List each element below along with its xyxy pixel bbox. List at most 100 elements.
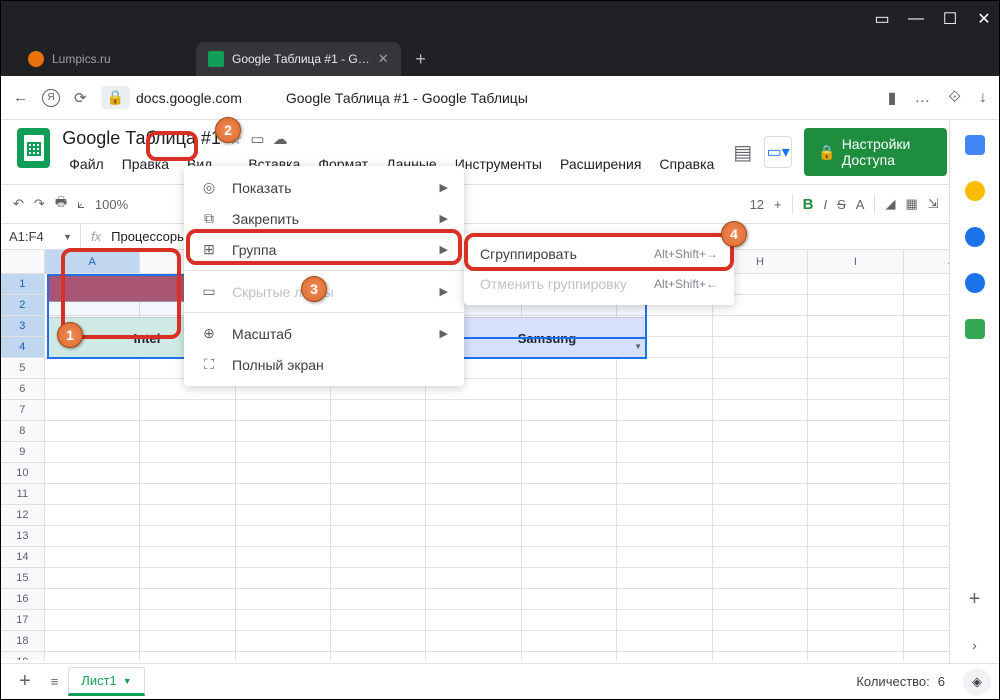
row-header[interactable]: 2 bbox=[1, 295, 45, 316]
window-minimize-button[interactable]: — bbox=[909, 12, 923, 26]
row-header[interactable]: 17 bbox=[1, 610, 45, 631]
cell[interactable] bbox=[140, 400, 235, 421]
row-header[interactable]: 16 bbox=[1, 589, 45, 610]
cell[interactable] bbox=[45, 484, 140, 505]
menu-edit[interactable]: Правка bbox=[115, 153, 176, 175]
cell[interactable] bbox=[236, 589, 331, 610]
cell[interactable] bbox=[713, 526, 808, 547]
cell[interactable] bbox=[522, 568, 617, 589]
cell[interactable] bbox=[236, 547, 331, 568]
cell[interactable] bbox=[522, 547, 617, 568]
cell[interactable] bbox=[808, 421, 903, 442]
menu-item[interactable]: ◎Показать▶ bbox=[184, 172, 464, 203]
cell[interactable] bbox=[713, 484, 808, 505]
cell[interactable] bbox=[45, 589, 140, 610]
cell[interactable] bbox=[331, 463, 426, 484]
zoom-select[interactable]: 100% bbox=[95, 197, 128, 212]
cell[interactable] bbox=[45, 610, 140, 631]
cell[interactable] bbox=[808, 505, 903, 526]
menu-item[interactable]: ⧉Закрепить▶ bbox=[184, 203, 464, 234]
cell[interactable] bbox=[426, 400, 521, 421]
borders-button[interactable]: ▦ bbox=[905, 196, 917, 212]
cell[interactable] bbox=[236, 568, 331, 589]
cell[interactable] bbox=[331, 400, 426, 421]
comments-icon[interactable]: ▤ bbox=[733, 140, 752, 165]
reload-button[interactable]: ⟳ bbox=[74, 89, 87, 107]
font-size-select[interactable]: 12 bbox=[750, 197, 764, 212]
window-maximize-button[interactable]: ☐ bbox=[943, 12, 957, 26]
cell[interactable] bbox=[140, 463, 235, 484]
cell[interactable] bbox=[808, 484, 903, 505]
cell[interactable] bbox=[331, 652, 426, 660]
cell[interactable] bbox=[522, 442, 617, 463]
move-icon[interactable]: ▭ bbox=[250, 130, 264, 148]
cell[interactable] bbox=[45, 652, 140, 660]
row-header[interactable]: 7 bbox=[1, 400, 45, 421]
cell[interactable] bbox=[45, 547, 140, 568]
undo-button[interactable]: ↶ bbox=[13, 196, 24, 212]
row-header[interactable]: 12 bbox=[1, 505, 45, 526]
cell[interactable] bbox=[140, 652, 235, 660]
cell[interactable] bbox=[236, 400, 331, 421]
cell[interactable] bbox=[331, 631, 426, 652]
cell[interactable] bbox=[426, 547, 521, 568]
cell[interactable] bbox=[808, 568, 903, 589]
cell[interactable] bbox=[617, 484, 712, 505]
row-header[interactable]: 8 bbox=[1, 421, 45, 442]
cell[interactable] bbox=[713, 568, 808, 589]
cell[interactable] bbox=[522, 484, 617, 505]
collapse-panel-button[interactable]: › bbox=[972, 637, 977, 653]
cell[interactable] bbox=[426, 421, 521, 442]
row-header[interactable]: 9 bbox=[1, 442, 45, 463]
browser-tab-active[interactable]: Google Таблица #1 - G… ✕ bbox=[196, 42, 401, 76]
menu-extensions[interactable]: Расширения bbox=[553, 153, 648, 175]
cell[interactable] bbox=[808, 442, 903, 463]
sheet-menu-icon[interactable]: ▼ bbox=[123, 676, 132, 686]
cell[interactable] bbox=[617, 358, 712, 379]
cell[interactable] bbox=[140, 505, 235, 526]
paint-format-button[interactable]: ⟀ bbox=[77, 196, 85, 212]
cell[interactable] bbox=[808, 295, 903, 316]
cell[interactable] bbox=[236, 442, 331, 463]
cell[interactable] bbox=[236, 631, 331, 652]
cell[interactable] bbox=[713, 610, 808, 631]
row-header[interactable]: 1 bbox=[1, 274, 45, 295]
cell[interactable] bbox=[522, 421, 617, 442]
bold-button[interactable]: B bbox=[803, 196, 814, 213]
cell[interactable] bbox=[522, 631, 617, 652]
cell[interactable] bbox=[426, 589, 521, 610]
cell[interactable] bbox=[140, 421, 235, 442]
cell[interactable] bbox=[140, 589, 235, 610]
cell[interactable] bbox=[617, 547, 712, 568]
row-header[interactable]: 4 bbox=[1, 337, 45, 358]
cell[interactable] bbox=[617, 526, 712, 547]
cell[interactable] bbox=[713, 379, 808, 400]
tasks-icon[interactable] bbox=[965, 227, 985, 247]
row-header[interactable]: 13 bbox=[1, 526, 45, 547]
cell[interactable] bbox=[45, 421, 140, 442]
maps-icon[interactable] bbox=[965, 319, 985, 339]
menu-item[interactable]: ⛶Полный экран bbox=[184, 349, 464, 380]
row-header[interactable]: 6 bbox=[1, 379, 45, 400]
cell[interactable] bbox=[45, 526, 140, 547]
cell[interactable] bbox=[522, 652, 617, 660]
cell[interactable] bbox=[617, 463, 712, 484]
cell[interactable] bbox=[331, 568, 426, 589]
cell[interactable] bbox=[522, 379, 617, 400]
cell[interactable] bbox=[426, 442, 521, 463]
tabs-overview-icon[interactable]: ▭ bbox=[875, 12, 889, 26]
menu-item[interactable]: СгруппироватьAlt+Shift+→ bbox=[464, 239, 734, 269]
cell[interactable] bbox=[713, 547, 808, 568]
cell[interactable] bbox=[808, 526, 903, 547]
cell[interactable] bbox=[617, 589, 712, 610]
cell[interactable] bbox=[617, 652, 712, 660]
cell[interactable] bbox=[236, 421, 331, 442]
sheet-tab[interactable]: Лист1 ▼ bbox=[68, 667, 144, 696]
cell[interactable] bbox=[45, 442, 140, 463]
cell[interactable] bbox=[522, 358, 617, 379]
calendar-icon[interactable] bbox=[965, 135, 985, 155]
cell[interactable] bbox=[140, 484, 235, 505]
cell[interactable] bbox=[331, 547, 426, 568]
menu-item[interactable]: ⊕Масштаб▶ bbox=[184, 318, 464, 349]
cell[interactable] bbox=[140, 568, 235, 589]
